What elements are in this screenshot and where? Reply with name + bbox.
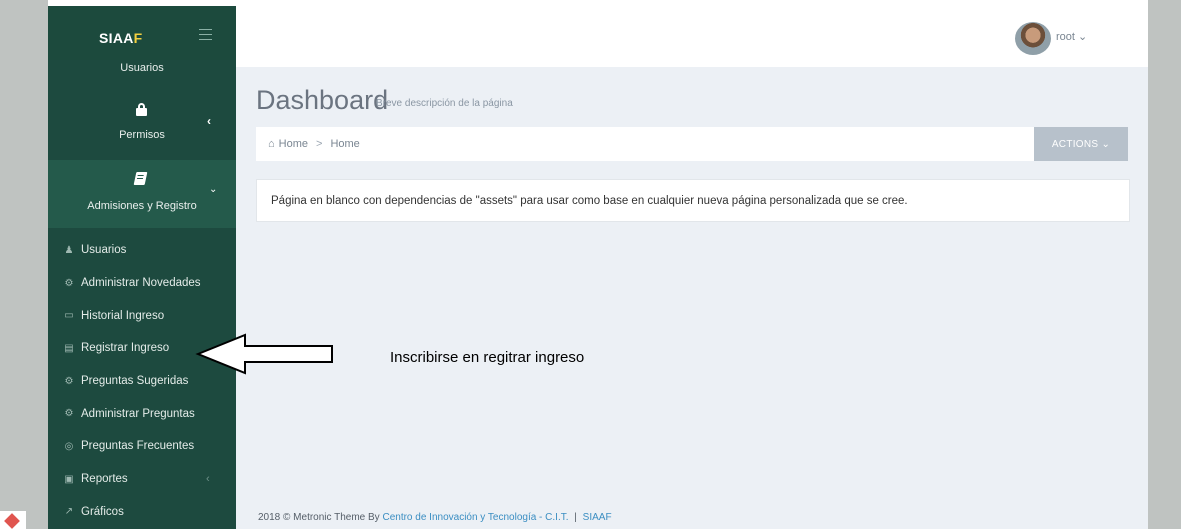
chevron-down-icon: ⌄ [1078, 31, 1088, 43]
chevron-left-icon: ‹ [207, 114, 211, 128]
user-name: root [1056, 31, 1075, 43]
submenu-item-historial-ingreso[interactable]: ▭ Historial Ingreso [48, 299, 236, 332]
page-note-text: Página en blanco con dependencias de "as… [271, 194, 908, 207]
document-icon: ▣ [64, 473, 74, 485]
footer-link-cit[interactable]: Centro de Innovación y Tecnología - C.I.… [382, 512, 568, 523]
app-window: SIAAF Usuarios Permisos ‹ Admisiones y R… [48, 6, 1148, 529]
top-header: root ⌄ [236, 6, 1148, 67]
menu-toggle-icon[interactable] [199, 29, 212, 40]
chevron-down-icon: ⌄ [1101, 138, 1111, 150]
submenu-item-graficos[interactable]: ↗ Gráficos [48, 496, 236, 529]
submenu-item-label: Preguntas Sugeridas [81, 375, 189, 388]
submenu-item-usuarios[interactable]: ♟ Usuarios [48, 234, 236, 267]
sidebar-item-admisiones[interactable]: Admisiones y Registro ⌄ [48, 160, 236, 228]
submenu-item-label: Administrar Preguntas [81, 407, 195, 420]
submenu-item-label: Reportes [81, 473, 128, 486]
avatar[interactable] [1015, 22, 1051, 55]
taskbar-corner [0, 511, 26, 529]
annotation-text: Inscribirse en regitrar ingreso [390, 349, 585, 366]
home-icon: ⌂ [268, 138, 275, 150]
brand-bar: SIAAF [48, 6, 236, 60]
breadcrumb-current: Home [330, 138, 360, 150]
gears-icon: ⚙ [64, 375, 74, 387]
submenu-item-administrar-preguntas[interactable]: ⚙ Administrar Preguntas [48, 397, 236, 430]
actions-button[interactable]: ACTIONS ⌄ [1034, 127, 1128, 161]
right-margin [1148, 0, 1181, 529]
submenu-item-reportes[interactable]: ▣ Reportes ‹ [48, 463, 236, 496]
user-icon: ♟ [64, 244, 74, 256]
annotation-arrow-icon [195, 333, 333, 375]
help-ring-icon: ◎ [64, 440, 74, 452]
lock-icon [136, 103, 147, 116]
brand-logo[interactable]: SIAAF [99, 30, 143, 46]
breadcrumb: ⌂ Home > Home [256, 127, 1034, 161]
actions-label: ACTIONS [1051, 138, 1099, 150]
id-card-icon: ▤ [64, 342, 74, 354]
left-margin [0, 0, 48, 529]
gears-icon: ⚙ [64, 408, 74, 420]
submenu-item-label: Gráficos [81, 505, 124, 518]
app-corner-icon [4, 513, 20, 529]
submenu-item-preguntas-frecuentes[interactable]: ◎ Preguntas Frecuentes [48, 430, 236, 463]
sidebar-item-label: Permisos [119, 129, 165, 141]
page-note: Página en blanco con dependencias de "as… [256, 179, 1130, 222]
sidebar-item-usuarios[interactable]: Usuarios [48, 62, 236, 74]
gears-icon: ⚙ [64, 277, 74, 289]
chevron-down-icon: ⌄ [209, 184, 218, 195]
monitor-icon: ▭ [64, 310, 74, 322]
submenu-item-label: Administrar Novedades [81, 277, 201, 290]
brand-logo-text: SIAA [99, 30, 134, 46]
user-menu[interactable]: root ⌄ [1056, 30, 1087, 43]
submenu-item-label: Registrar Ingreso [81, 342, 170, 355]
book-icon [133, 172, 148, 185]
sidebar-item-permisos[interactable]: Permisos ‹ [48, 103, 236, 161]
footer: 2018 © Metronic Theme By Centro de Innov… [258, 512, 612, 523]
submenu-item-label: Usuarios [81, 244, 127, 257]
footer-text: 2018 © Metronic Theme By [258, 512, 380, 523]
footer-link-siaaf[interactable]: SIAAF [583, 512, 612, 523]
sidebar-item-label: Admisiones y Registro [87, 200, 197, 212]
breadcrumb-home[interactable]: Home [279, 138, 308, 150]
sidebar: SIAAF Usuarios Permisos ‹ Admisiones y R… [48, 6, 236, 529]
submenu-item-administrar-novedades[interactable]: ⚙ Administrar Novedades [48, 267, 236, 300]
chevron-left-icon: ‹ [206, 473, 210, 486]
page-title: Dashboard [256, 85, 389, 115]
breadcrumb-separator: > [316, 138, 323, 150]
footer-separator: | [574, 512, 577, 523]
page-subtitle: Breve descripción de la página [376, 98, 513, 109]
submenu-item-label: Preguntas Frecuentes [81, 440, 195, 453]
line-chart-icon: ↗ [64, 506, 74, 518]
submenu-admisiones: ♟ Usuarios ⚙ Administrar Novedades ▭ His… [48, 234, 236, 528]
submenu-item-label: Historial Ingreso [81, 309, 165, 322]
brand-logo-accent: F [133, 30, 143, 46]
